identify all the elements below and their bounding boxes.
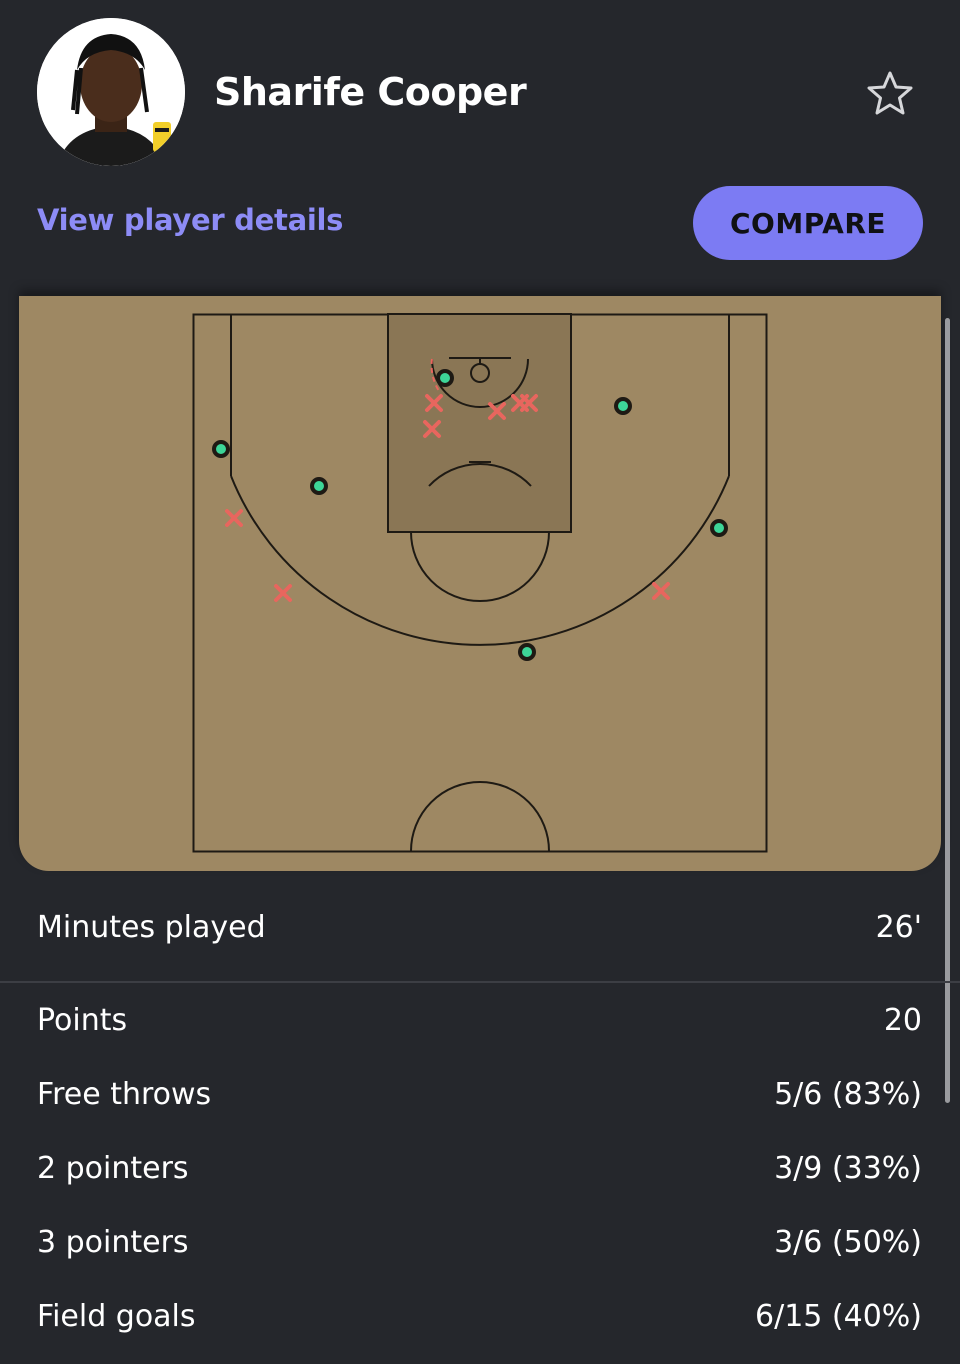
shot-chart bbox=[19, 296, 941, 871]
stat-value: 26' bbox=[875, 910, 922, 945]
view-player-details-link[interactable]: View player details bbox=[37, 203, 343, 237]
stat-row-points: Points 20 bbox=[0, 991, 960, 1051]
favorite-star-icon[interactable] bbox=[864, 68, 916, 120]
stat-label: Minutes played bbox=[37, 910, 266, 945]
scrollbar[interactable] bbox=[945, 318, 950, 1103]
stat-label: Field goals bbox=[37, 1299, 196, 1334]
stat-value: 3/9 (33%) bbox=[774, 1151, 922, 1186]
compare-button[interactable]: COMPARE bbox=[693, 186, 923, 260]
stat-label: Free throws bbox=[37, 1077, 212, 1112]
player-avatar bbox=[37, 18, 185, 166]
stat-value: 5/6 (83%) bbox=[774, 1077, 922, 1112]
stat-label: Points bbox=[37, 1003, 128, 1038]
basketball-court bbox=[192, 313, 768, 853]
stat-label: 3 pointers bbox=[37, 1225, 189, 1260]
stat-row-minutes: Minutes played 26' bbox=[0, 898, 960, 958]
player-header: Sharife Cooper View player details COMPA… bbox=[0, 0, 960, 296]
stat-value: 20 bbox=[883, 1003, 922, 1038]
stat-value: 6/15 (40%) bbox=[755, 1299, 922, 1334]
stat-row-field-goals: Field goals 6/15 (40%) bbox=[0, 1287, 960, 1347]
stat-row-free-throws: Free throws 5/6 (83%) bbox=[0, 1065, 960, 1125]
stat-row-2-pointers: 2 pointers 3/9 (33%) bbox=[0, 1139, 960, 1199]
player-name: Sharife Cooper bbox=[214, 70, 527, 114]
stat-label: 2 pointers bbox=[37, 1151, 189, 1186]
stat-row-3-pointers: 3 pointers 3/6 (50%) bbox=[0, 1213, 960, 1273]
divider bbox=[0, 981, 960, 983]
stat-value: 3/6 (50%) bbox=[774, 1225, 922, 1260]
